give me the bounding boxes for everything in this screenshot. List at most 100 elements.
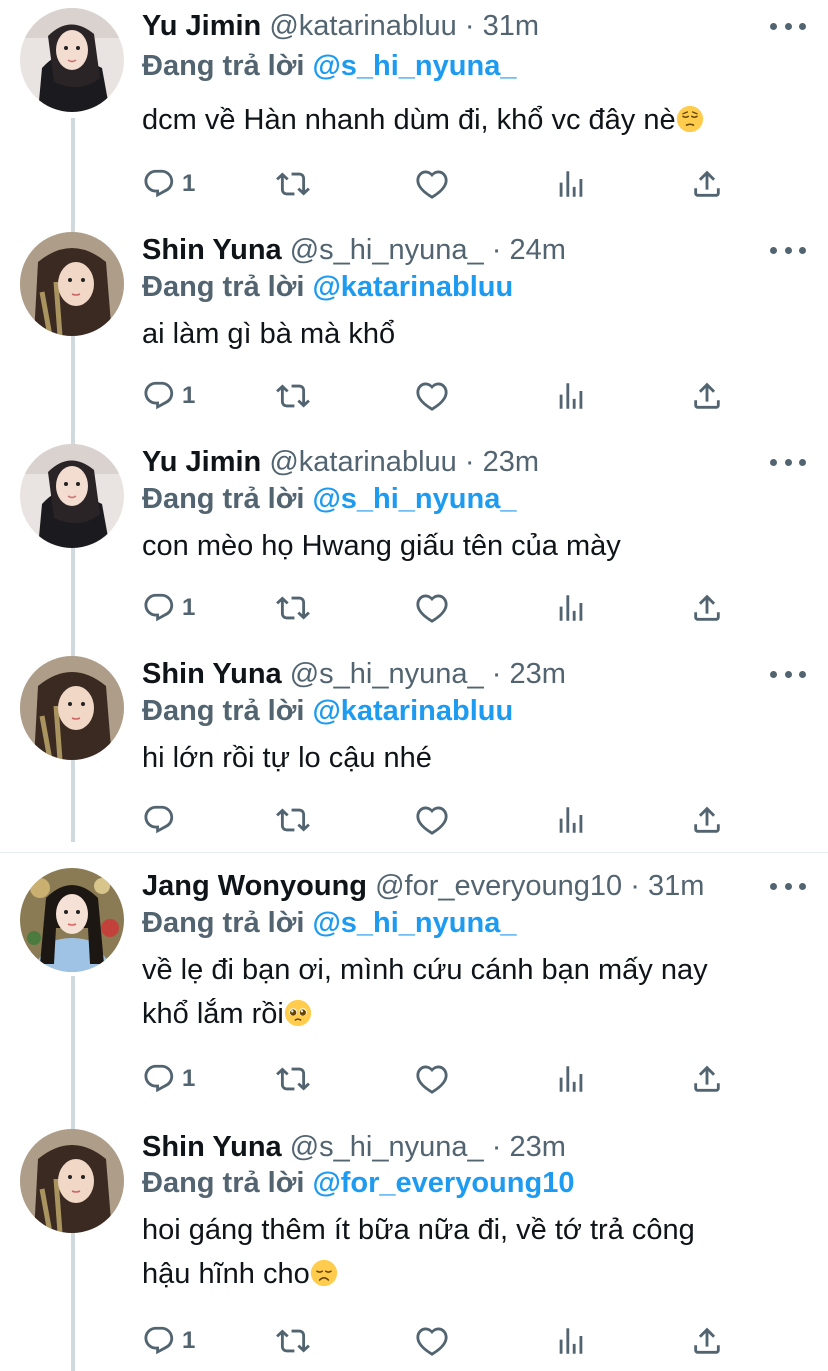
tweet[interactable]: Yu Jimin @katarinabluu · 31m Đang trả lờ… bbox=[0, 0, 828, 212]
display-name[interactable]: Yu Jimin bbox=[142, 10, 261, 42]
like-button[interactable] bbox=[415, 376, 449, 416]
analytics-icon bbox=[554, 591, 588, 625]
tweet[interactable]: Yu Jimin @katarinabluu · 23m Đang trả lờ… bbox=[0, 424, 828, 636]
share-button[interactable] bbox=[690, 800, 724, 840]
user-handle[interactable]: @for_everyoung10 bbox=[375, 870, 622, 902]
display-name[interactable]: Shin Yuna bbox=[142, 234, 282, 266]
tweet-text-line: về lẹ đi bạn ơi, mình cứu cánh bạn mấy n… bbox=[142, 954, 708, 986]
avatar[interactable] bbox=[20, 444, 124, 548]
user-handle[interactable]: @katarinabluu bbox=[269, 10, 456, 42]
more-options-icon[interactable] bbox=[770, 664, 806, 684]
replying-to-label: Đang trả lời bbox=[142, 1167, 305, 1199]
views-button[interactable] bbox=[554, 1321, 588, 1361]
retweet-button[interactable] bbox=[276, 1059, 310, 1099]
reply-button[interactable]: 1 bbox=[142, 164, 195, 204]
reply-button[interactable]: 1 bbox=[142, 376, 195, 416]
replying-to-label: Đang trả lời bbox=[142, 271, 305, 303]
reply-button[interactable]: 1 bbox=[142, 588, 195, 628]
avatar[interactable] bbox=[20, 1129, 124, 1233]
reply-target-link[interactable]: @for_everyoung10 bbox=[312, 1167, 574, 1199]
tweet[interactable]: Jang Wonyoung @for_everyoung10 · 31m Đan… bbox=[0, 853, 828, 1111]
share-button[interactable] bbox=[690, 1321, 724, 1361]
user-handle[interactable]: @katarinabluu bbox=[269, 446, 456, 478]
replying-to: Đang trả lời @katarinabluu bbox=[142, 691, 513, 731]
heart-icon bbox=[415, 379, 449, 413]
timestamp[interactable]: 31m bbox=[483, 10, 539, 42]
replying-to: Đang trả lời @s_hi_nyuna_ bbox=[142, 479, 516, 519]
avatar[interactable] bbox=[20, 232, 124, 336]
reply-button[interactable] bbox=[142, 800, 182, 840]
reply-button[interactable]: 1 bbox=[142, 1059, 195, 1099]
like-button[interactable] bbox=[415, 1059, 449, 1099]
tweet-header: Shin Yuna @s_hi_nyuna_ · 23m bbox=[142, 1127, 758, 1167]
user-handle[interactable]: @s_hi_nyuna_ bbox=[290, 234, 484, 266]
heart-icon bbox=[415, 591, 449, 625]
views-button[interactable] bbox=[554, 800, 588, 840]
reply-target-link[interactable]: @katarinabluu bbox=[312, 271, 513, 303]
retweet-button[interactable] bbox=[276, 376, 310, 416]
tweet-text-line: hậu hĩnh cho bbox=[142, 1252, 788, 1296]
share-button[interactable] bbox=[690, 164, 724, 204]
avatar[interactable] bbox=[20, 868, 124, 972]
display-name[interactable]: Shin Yuna bbox=[142, 1131, 282, 1163]
retweet-icon bbox=[276, 1062, 310, 1096]
retweet-icon bbox=[276, 167, 310, 201]
like-button[interactable] bbox=[415, 588, 449, 628]
timestamp[interactable]: 31m bbox=[648, 870, 704, 902]
reply-target-link[interactable]: @s_hi_nyuna_ bbox=[312, 907, 516, 939]
retweet-button[interactable] bbox=[276, 164, 310, 204]
like-button[interactable] bbox=[415, 1321, 449, 1361]
more-options-icon[interactable] bbox=[770, 452, 806, 472]
retweet-button[interactable] bbox=[276, 588, 310, 628]
views-button[interactable] bbox=[554, 1059, 588, 1099]
tweet[interactable]: Shin Yuna @s_hi_nyuna_ · 24m Đang trả lờ… bbox=[0, 212, 828, 424]
separator-dot: · bbox=[491, 234, 502, 266]
tweet-text: hoi gáng thêm ít bữa nữa đi, về tớ trả c… bbox=[142, 1208, 788, 1296]
display-name[interactable]: Yu Jimin bbox=[142, 446, 261, 478]
user-handle[interactable]: @s_hi_nyuna_ bbox=[290, 658, 484, 690]
more-options-icon[interactable] bbox=[770, 240, 806, 260]
share-button[interactable] bbox=[690, 588, 724, 628]
display-name[interactable]: Shin Yuna bbox=[142, 658, 282, 690]
replying-to: Đang trả lời @katarinabluu bbox=[142, 267, 513, 307]
reply-count: 1 bbox=[182, 594, 196, 621]
like-button[interactable] bbox=[415, 164, 449, 204]
more-options-icon[interactable] bbox=[770, 876, 806, 896]
heart-icon bbox=[415, 167, 449, 201]
display-name[interactable]: Jang Wonyoung bbox=[142, 870, 367, 902]
tweet-text: hi lớn rồi tự lo cậu nhé bbox=[142, 736, 788, 780]
tweet-actions: 1 bbox=[142, 1321, 742, 1361]
heart-icon bbox=[415, 1324, 449, 1358]
separator-dot: · bbox=[464, 446, 475, 478]
tweet-header: Jang Wonyoung @for_everyoung10 · 31m bbox=[142, 866, 758, 906]
views-button[interactable] bbox=[554, 376, 588, 416]
tweet-header: Yu Jimin @katarinabluu · 23m bbox=[142, 442, 758, 482]
retweet-button[interactable] bbox=[276, 1321, 310, 1361]
avatar[interactable] bbox=[20, 8, 124, 112]
reply-target-link[interactable]: @s_hi_nyuna_ bbox=[312, 50, 516, 82]
reply-button[interactable]: 1 bbox=[142, 1321, 195, 1361]
timestamp[interactable]: 23m bbox=[509, 658, 565, 690]
timestamp[interactable]: 24m bbox=[509, 234, 565, 266]
tweet-text: về lẹ đi bạn ơi, mình cứu cánh bạn mấy n… bbox=[142, 948, 788, 1036]
views-button[interactable] bbox=[554, 164, 588, 204]
tweet-header: Shin Yuna @s_hi_nyuna_ · 24m bbox=[142, 230, 758, 270]
timestamp[interactable]: 23m bbox=[509, 1131, 565, 1163]
like-button[interactable] bbox=[415, 800, 449, 840]
retweet-icon bbox=[276, 803, 310, 837]
timestamp[interactable]: 23m bbox=[483, 446, 539, 478]
avatar[interactable] bbox=[20, 656, 124, 760]
share-icon bbox=[690, 167, 724, 201]
tweet[interactable]: Shin Yuna @s_hi_nyuna_ · 23m Đang trả lờ… bbox=[0, 1111, 828, 1371]
reply-target-link[interactable]: @katarinabluu bbox=[312, 695, 513, 727]
retweet-button[interactable] bbox=[276, 800, 310, 840]
share-button[interactable] bbox=[690, 1059, 724, 1099]
replying-to-label: Đang trả lời bbox=[142, 907, 305, 939]
views-button[interactable] bbox=[554, 588, 588, 628]
more-options-icon[interactable] bbox=[770, 16, 806, 36]
user-handle[interactable]: @s_hi_nyuna_ bbox=[290, 1131, 484, 1163]
reply-timeline: Yu Jimin @katarinabluu · 31m Đang trả lờ… bbox=[0, 0, 828, 1371]
reply-target-link[interactable]: @s_hi_nyuna_ bbox=[312, 483, 516, 515]
share-button[interactable] bbox=[690, 376, 724, 416]
tweet[interactable]: Shin Yuna @s_hi_nyuna_ · 23m Đang trả lờ… bbox=[0, 636, 828, 852]
